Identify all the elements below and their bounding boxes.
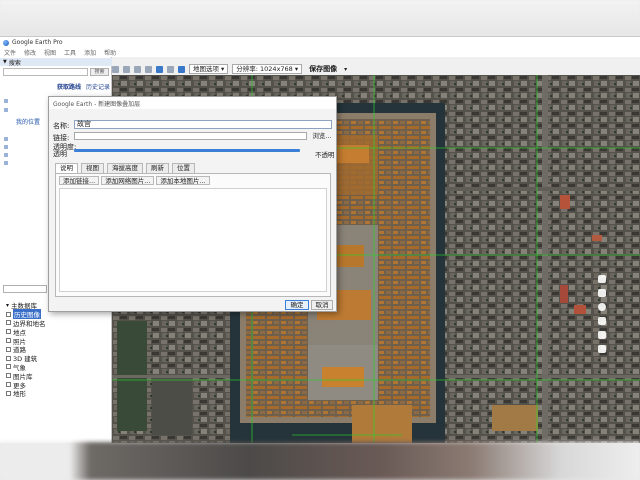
description-textarea[interactable] [59, 188, 327, 292]
dialog-title: Google Earth - 新建图像叠加层 [53, 100, 141, 108]
resolution-select[interactable]: 分辨率: 1024x768 ▾ [232, 64, 303, 74]
window-title: Google Earth Pro [12, 39, 63, 46]
zoom-out-icon[interactable] [598, 331, 606, 339]
search-header-label: 搜索 [8, 59, 21, 67]
street-view-icon[interactable] [598, 289, 606, 297]
menu-view[interactable]: 视图 [44, 48, 56, 57]
places-tree-row[interactable] [4, 159, 8, 166]
tab-view[interactable]: 视图 [81, 163, 104, 173]
places-tree-row[interactable] [4, 97, 8, 104]
map-toolbar: 地图选项 ▾ 分辨率: 1024x768 ▾ 保存图像 ▾ [112, 63, 347, 75]
settings-icon[interactable] [598, 345, 606, 353]
checkbox[interactable] [6, 346, 11, 352]
save-image-icon[interactable] [178, 65, 185, 73]
checkbox[interactable] [6, 390, 11, 396]
dialog-title-bar: Google Earth - 新建图像叠加层 [49, 97, 336, 109]
name-input[interactable]: 故宫 [74, 120, 332, 129]
opacity-slider[interactable] [74, 149, 300, 152]
directions-link[interactable]: 获取路线 [57, 82, 81, 91]
folder-icon [4, 107, 8, 112]
chevron-down-icon: ▾ [221, 65, 225, 73]
places-tree-row[interactable] [4, 143, 8, 150]
tab-altitude[interactable]: 海拔高度 [107, 163, 143, 173]
title-bar: Google Earth Pro [0, 37, 640, 48]
folder-icon [4, 152, 8, 157]
ok-button[interactable]: 确定 [285, 300, 309, 310]
folder-icon [4, 136, 8, 141]
menu-file[interactable]: 文件 [4, 48, 16, 57]
blurred-top-strip [0, 0, 640, 36]
layers-list: ▾ 主数据库 历史图像 边界和地名 地点 照片 道路 3D 建筑 气象 图片库 更… [2, 301, 110, 398]
checkbox[interactable] [6, 382, 11, 388]
placemark-icon[interactable] [123, 65, 130, 73]
map-options-select[interactable]: 地图选项 ▾ [189, 64, 229, 74]
menu-tools[interactable]: 工具 [64, 48, 76, 57]
checkbox[interactable] [6, 373, 11, 379]
compass-icon[interactable] [598, 303, 606, 311]
menu-add[interactable]: 添加 [84, 48, 96, 57]
checkbox[interactable] [6, 311, 11, 317]
opacity-min-label: 透明 [53, 150, 67, 158]
name-label: 名称: [53, 122, 70, 130]
chevron-down-icon[interactable]: ▾ [344, 66, 347, 73]
menu-bar: 文件 修改 视图 工具 添加 帮助 [0, 48, 640, 57]
polygon-icon[interactable] [134, 65, 141, 73]
description-tab-panel: 添加链接... 添加网络图片... 添加本地图片... [55, 173, 331, 297]
history-link[interactable]: 历史记录 [86, 82, 110, 91]
new-image-overlay-dialog: Google Earth - 新建图像叠加层 名称: 故宫 链接: 浏览... … [48, 96, 337, 312]
checkbox[interactable] [6, 320, 11, 326]
opacity-max-label: 不透明 [315, 151, 335, 159]
folder-icon [4, 144, 8, 149]
checkbox[interactable] [6, 355, 11, 361]
description-buttons: 添加链接... 添加网络图片... 添加本地图片... [59, 176, 210, 185]
zoom-in-icon[interactable] [598, 317, 606, 325]
checkbox[interactable] [6, 364, 11, 370]
places-tree-row[interactable] [4, 106, 8, 113]
google-earth-icon [3, 39, 9, 46]
menu-help[interactable]: 帮助 [104, 48, 116, 57]
ruler-icon[interactable] [167, 65, 174, 73]
places-tree-row[interactable] [4, 135, 8, 142]
layers-search-input[interactable] [3, 285, 47, 293]
menu-edit[interactable]: 修改 [24, 48, 36, 57]
search-panel-header[interactable]: ▼ 搜索 [0, 58, 112, 67]
triangle-down-icon: ▼ [3, 59, 7, 65]
add-web-image-button[interactable]: 添加网络图片... [101, 176, 155, 185]
checkbox[interactable] [6, 329, 11, 335]
folder-icon [4, 160, 8, 165]
save-image-button[interactable]: 保存图像 [306, 64, 340, 74]
path-icon[interactable] [145, 65, 152, 73]
add-local-image-button[interactable]: 添加本地图片... [156, 176, 210, 185]
browse-button[interactable]: 浏览... [310, 132, 334, 141]
map-navigation-controls [596, 273, 608, 367]
cancel-button[interactable]: 取消 [311, 300, 333, 310]
hide-sidebar-icon[interactable] [112, 65, 119, 73]
tab-refresh[interactable]: 刷新 [146, 163, 169, 173]
tab-location[interactable]: 位置 [172, 163, 195, 173]
chevron-down-icon: ▾ [294, 65, 299, 73]
search-input[interactable] [3, 68, 88, 76]
layers-root-icon: ▾ [6, 301, 10, 309]
layer-terrain[interactable]: 地形 [2, 389, 110, 398]
add-link-button[interactable]: 添加链接... [59, 176, 100, 185]
camera-icon[interactable] [598, 275, 606, 283]
my-places-label[interactable]: 我的位置 [16, 117, 40, 126]
checkbox[interactable] [6, 338, 11, 344]
image-overlay-icon[interactable] [156, 65, 163, 73]
folder-icon [4, 98, 8, 103]
search-button[interactable]: 搜索 [90, 68, 109, 76]
tab-description[interactable]: 说明 [55, 163, 78, 173]
blurred-bottom-strip [0, 442, 640, 480]
link-input[interactable] [74, 132, 307, 140]
places-tree-row[interactable] [4, 151, 8, 158]
dialog-tabs: 说明 视图 海拔高度 刷新 位置 [55, 163, 195, 173]
